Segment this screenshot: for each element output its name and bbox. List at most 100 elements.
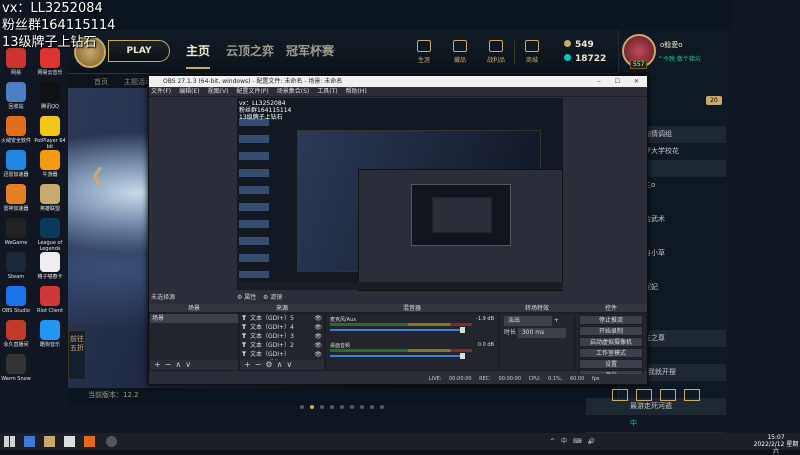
taskbar-app-icon[interactable]	[64, 436, 75, 447]
carousel-dot[interactable]	[380, 405, 384, 409]
desktop-icon-label: 牛游器	[42, 172, 58, 178]
eye-icon[interactable]: 👁	[314, 332, 322, 341]
control-button[interactable]: 工作室模式	[579, 348, 643, 358]
source-item[interactable]: T 文本（GDI+）3 👁	[240, 332, 324, 341]
collection-nav-button[interactable]: 藏品	[444, 40, 476, 64]
desktop-icon[interactable]: 永久直播间	[0, 320, 32, 348]
chat-icon[interactable]	[612, 389, 628, 401]
desktop-icon[interactable]: WeGame	[0, 218, 32, 246]
obs-menu-item[interactable]: 视图(V)	[208, 88, 229, 95]
desktop-icon[interactable]: Riot Client	[34, 286, 66, 314]
tray-icon[interactable]: ⌨	[573, 438, 588, 445]
desktop-icon[interactable]: 迅雷加速器	[0, 150, 32, 178]
obs-menu-item[interactable]: 配置文件(P)	[236, 88, 268, 95]
loot-nav-button[interactable]: 战利品	[480, 40, 512, 64]
scene-item[interactable]: 场景	[150, 314, 238, 323]
desktop-icon[interactable]: 英雄联盟	[34, 184, 66, 212]
tray-icon[interactable]: ^	[550, 438, 561, 445]
missions-icon[interactable]	[636, 389, 652, 401]
obs-menu-item[interactable]: 场景集合(S)	[277, 88, 310, 95]
obs-menu-item[interactable]: 编辑(E)	[179, 88, 199, 95]
play-button[interactable]: PLAY	[108, 40, 170, 62]
help-icon[interactable]	[684, 389, 700, 401]
desktop-icon[interactable]: 酷狗音乐	[34, 320, 66, 348]
tab-clash[interactable]: 冠军杯赛	[286, 42, 334, 59]
transition-duration-input[interactable]: 300 ms	[517, 328, 566, 338]
desktop-icon[interactable]: 腾讯QQ	[34, 82, 66, 110]
taskbar-app-icon[interactable]	[24, 436, 35, 447]
carousel-dot[interactable]	[340, 405, 344, 409]
source-item[interactable]: T 文本（GDI+）5 👁	[240, 314, 324, 323]
nav-divider	[514, 40, 515, 64]
desktop-icon[interactable]: 网易	[0, 48, 32, 76]
transition-type-row[interactable]: 淡出 +	[504, 316, 570, 326]
eye-icon[interactable]: 👁	[314, 323, 322, 332]
properties-button[interactable]: ⚙ 属性	[237, 292, 256, 301]
carousel-dot[interactable]	[350, 405, 354, 409]
taskbar-app-icon[interactable]	[84, 436, 95, 447]
friend-list-item[interactable]: 中	[586, 415, 726, 432]
taskbar-clock[interactable]: 15:07 2022/2/12 星期六	[752, 434, 800, 455]
obs-title-text: OBS 27.1.3 (64-bit, windows) - 配置文件: 未命名…	[163, 78, 343, 85]
transition-type-select[interactable]: 淡出	[504, 316, 552, 326]
desktop-icon[interactable]: League of Legends	[34, 218, 66, 252]
system-tray[interactable]: ^ 中 ⌨ 🔊	[550, 436, 595, 445]
desktop-icon[interactable]: 雷神加速器	[0, 184, 32, 212]
eye-icon[interactable]: 👁	[314, 341, 322, 350]
tray-icon[interactable]: 中	[561, 438, 573, 445]
volume-slider[interactable]	[330, 355, 464, 357]
source-item[interactable]: T 文本（GDI+） 👁	[240, 350, 324, 359]
source-item[interactable]: T 文本（GDI+）2 👁	[240, 341, 324, 350]
desktop-icon[interactable]: Warm Snow	[0, 354, 32, 382]
blue-essence-balance[interactable]: 549	[564, 40, 594, 50]
tab-home[interactable]: 主页	[186, 42, 211, 69]
carousel-dot[interactable]	[330, 405, 334, 409]
obs-preview[interactable]: vx：LL3252084 粉丝群164115114 13级牌子上钻石	[237, 98, 563, 291]
control-button[interactable]: 设置	[579, 359, 643, 369]
eye-icon[interactable]: 👁	[314, 350, 322, 359]
desktop-icon[interactable]: 网易云音乐	[34, 48, 66, 76]
window-controls[interactable]: ‒ ☐ ✕	[597, 76, 645, 87]
control-button[interactable]: 启动虚拟摄像机	[579, 337, 643, 347]
sources-toolbar[interactable]: +−⚙∧∨	[240, 360, 324, 370]
carousel-dot[interactable]	[360, 405, 364, 409]
scenes-toolbar[interactable]: +−∧∨	[150, 360, 238, 370]
volume-slider[interactable]	[330, 329, 464, 331]
obs-menu-item[interactable]: 帮助(H)	[346, 88, 367, 95]
desktop-icon[interactable]: Steam	[0, 252, 32, 280]
desktop-icon[interactable]: 回收站	[0, 82, 32, 110]
desktop-icon[interactable]: 火绒安全软件	[0, 116, 32, 144]
tab-tft[interactable]: 云顶之弈	[226, 42, 274, 59]
carousel-dot[interactable]	[370, 405, 374, 409]
filters-button[interactable]: ⚙ 滤镜	[263, 292, 282, 301]
carousel-dot[interactable]	[300, 405, 304, 409]
control-button[interactable]: 停止推流	[579, 315, 643, 325]
subnav-home[interactable]: 首页	[94, 77, 108, 87]
profile-nav-button[interactable]: 生涯	[408, 40, 440, 64]
riot-points-balance[interactable]: 18722	[564, 54, 606, 64]
start-button-icon[interactable]	[4, 436, 15, 447]
summoner-status[interactable]: ^今晚 敬个梯坑	[658, 54, 701, 63]
desktop-icon[interactable]: 格子喵春卡	[34, 252, 66, 280]
friend-count-badge: 20	[706, 96, 722, 105]
carousel-dots[interactable]	[300, 394, 390, 413]
volume-slider-handle[interactable]	[460, 327, 465, 333]
desktop-icon[interactable]: PotPlayer 64 bit	[34, 116, 66, 150]
carousel-dot[interactable]	[320, 405, 324, 409]
volume-slider-handle[interactable]	[460, 353, 465, 359]
desktop-icon[interactable]: 牛游器	[34, 150, 66, 178]
obs-menu-item[interactable]: 文件(F)	[151, 88, 171, 95]
notes-icon[interactable]	[660, 389, 676, 401]
store-nav-button[interactable]: 商城	[516, 40, 548, 64]
taskbar-obs-icon[interactable]	[106, 436, 117, 447]
carousel-dot[interactable]	[310, 405, 314, 409]
carousel-prev-icon[interactable]: ❮	[90, 165, 106, 186]
eye-icon[interactable]: 👁	[314, 314, 322, 323]
side-promo[interactable]: 前往五折	[68, 330, 86, 380]
tray-icon[interactable]: 🔊	[587, 438, 594, 445]
control-button[interactable]: 开始录制	[579, 326, 643, 336]
taskbar-league-icon[interactable]	[44, 436, 55, 447]
desktop-icon[interactable]: OBS Studio	[0, 286, 32, 314]
source-item[interactable]: T 文本（GDI+）4 👁	[240, 323, 324, 332]
obs-menu-item[interactable]: 工具(T)	[317, 88, 337, 95]
